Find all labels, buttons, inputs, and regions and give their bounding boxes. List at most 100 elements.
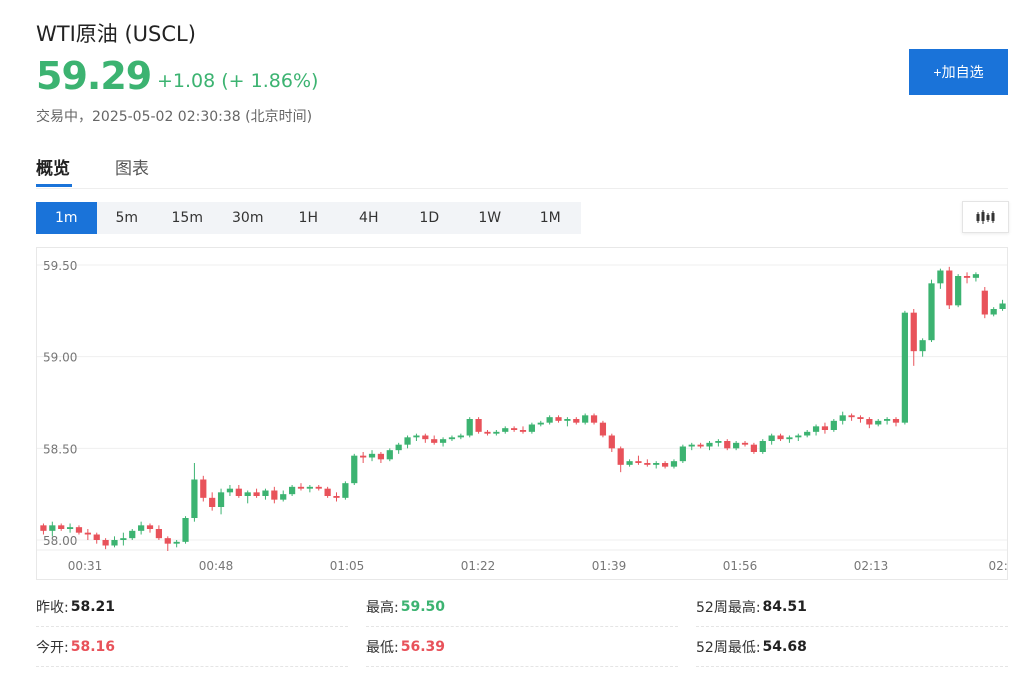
candlestick-chart: 59.50 59.00 58.50 58.00 00:31 00:48 01:05 01:22… [37, 259, 1008, 573]
candle [555, 415, 562, 423]
candle [937, 268, 944, 289]
candle [715, 439, 722, 447]
candle [839, 411, 846, 425]
add-to-watchlist-button[interactable]: +加自选 [909, 49, 1008, 95]
period-1w[interactable]: 1W [460, 202, 521, 234]
stat-value: 59.50 [400, 599, 446, 615]
candle [511, 426, 518, 432]
x-tick-label: 01:05 [330, 559, 365, 573]
candle [999, 299, 1006, 311]
candle [502, 426, 509, 434]
candle [164, 536, 171, 551]
trading-status: 交易中，2025-05-02 02:30:38 (北京时间) [36, 109, 313, 125]
tab-chart[interactable]: 图表 [115, 154, 149, 179]
candle [990, 307, 997, 317]
candle [475, 417, 482, 434]
period-15m[interactable]: 15m [157, 202, 218, 234]
candle [644, 459, 651, 467]
candle [288, 485, 296, 496]
price-chart[interactable]: 59.50 59.00 58.50 58.00 00:31 00:48 01:05 01:22… [36, 247, 1008, 580]
candle [493, 430, 500, 436]
candlestick-icon [976, 210, 994, 224]
y-tick-label: 59.50 [43, 259, 77, 273]
stat-low: 最低: 56.39 [366, 628, 678, 667]
period-1m[interactable]: 1m [36, 202, 97, 234]
candle [386, 448, 393, 462]
period-5m[interactable]: 5m [97, 202, 158, 234]
x-tick-label: 00:48 [199, 559, 234, 573]
candle [342, 481, 349, 500]
candle [963, 272, 971, 284]
candle [129, 529, 136, 540]
stat-52w-high: 52周最高: 84.51 [696, 588, 1008, 627]
candle [138, 521, 145, 535]
tab-overview[interactable]: 概览 [36, 154, 70, 179]
candle [200, 475, 207, 502]
stat-value: 84.51 [762, 599, 807, 615]
candle [653, 461, 660, 469]
candle [351, 453, 358, 485]
candle [688, 442, 695, 451]
stat-value: 54.68 [762, 639, 807, 655]
candle [377, 452, 385, 463]
candle [582, 413, 589, 425]
candle [901, 310, 908, 425]
candle [146, 523, 154, 533]
candle [395, 442, 402, 454]
period-4h[interactable]: 4H [339, 202, 400, 234]
x-tick-label: 01:56 [723, 559, 758, 573]
period-30m[interactable]: 30m [218, 202, 279, 234]
candle [368, 450, 376, 462]
chart-type-button[interactable] [962, 201, 1009, 233]
candle [919, 338, 926, 357]
period-1mo[interactable]: 1M [520, 202, 581, 234]
candle [955, 274, 962, 308]
candle [599, 420, 607, 438]
candle [573, 417, 580, 425]
candle [804, 430, 811, 438]
candle [981, 287, 988, 319]
candle [661, 461, 669, 469]
candle [209, 492, 216, 511]
candle [928, 279, 935, 342]
period-1h[interactable]: 1H [278, 202, 339, 234]
stat-label: 今开: [36, 640, 69, 656]
candle [297, 483, 305, 491]
candle [431, 435, 438, 445]
candle [413, 433, 420, 441]
candle [191, 463, 198, 522]
candle [448, 435, 456, 441]
stat-value: 56.39 [400, 639, 446, 655]
candle [466, 417, 473, 438]
stat-label: 最低: [366, 640, 399, 656]
candle [608, 433, 615, 452]
candle [848, 413, 855, 421]
candle [155, 525, 162, 540]
candle [866, 417, 873, 429]
x-tick-label: 02:3 [989, 559, 1008, 573]
candle [66, 523, 74, 533]
candle [786, 435, 793, 443]
candle [564, 417, 571, 427]
candle [111, 536, 118, 548]
stat-value: 58.21 [70, 599, 116, 615]
stats-panel: 昨收: 58.21 最高: 59.50 52周最高: 84.51 今开: 58.… [36, 588, 1008, 668]
candle [324, 486, 331, 498]
candle [759, 439, 766, 454]
candle [546, 415, 553, 425]
candle [404, 435, 411, 449]
period-1d[interactable]: 1D [399, 202, 460, 234]
candle [173, 540, 180, 548]
candle [315, 485, 322, 491]
candle [777, 433, 784, 441]
x-tick-label: 01:39 [592, 559, 627, 573]
stat-label: 52周最高: [696, 600, 761, 616]
stat-high: 最高: 59.50 [366, 588, 678, 627]
candle [635, 455, 642, 465]
stat-prev-close: 昨收: 58.21 [36, 588, 348, 627]
candle [457, 433, 464, 440]
price-change: +1.08 (+ 1.86%) [157, 70, 319, 92]
candle [679, 444, 686, 463]
candle [271, 486, 278, 504]
instrument-title: WTI原油 (USCL) [36, 22, 196, 46]
